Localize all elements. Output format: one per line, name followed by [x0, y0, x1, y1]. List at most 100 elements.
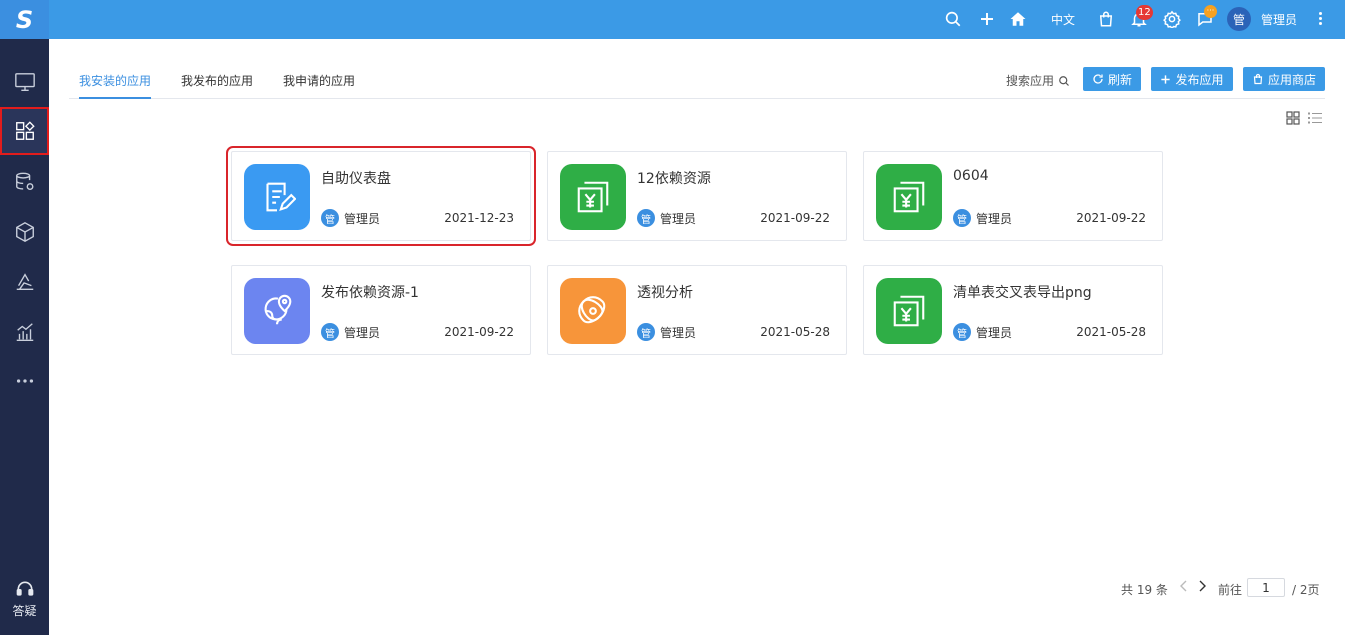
help-label: 答疑 [12, 604, 37, 618]
plus-icon [1161, 74, 1171, 84]
message-badge: ··· [1204, 5, 1217, 18]
search-apps-button[interactable]: 搜索应用 [1006, 72, 1070, 89]
atom-icon [578, 296, 606, 324]
more-dots-icon [16, 379, 33, 383]
owner-avatar: 管 [637, 209, 655, 227]
list-view-toggle[interactable] [1308, 111, 1322, 125]
owner-avatar: 管 [953, 323, 971, 341]
app-owner: 管 管理员 [953, 209, 1012, 227]
next-page-button[interactable] [1197, 579, 1209, 595]
app-title: 清单表交叉表导出png [953, 285, 1092, 301]
app-card[interactable]: 12依赖资源 管 管理员 2021-09-22 [547, 151, 847, 241]
home-button[interactable] [1007, 8, 1029, 30]
avatar[interactable]: 管 [1227, 7, 1251, 31]
grid-view-toggle[interactable] [1286, 111, 1300, 125]
cube-icon [15, 222, 34, 242]
app-date: 2021-05-28 [1076, 325, 1146, 339]
sidebar-item-apps[interactable] [0, 107, 49, 155]
app-title: 自助仪表盘 [321, 171, 391, 187]
app-title: 透视分析 [637, 285, 693, 301]
global-search-button[interactable] [942, 8, 964, 30]
settings-button[interactable] [1161, 8, 1183, 30]
prev-page-button[interactable] [1179, 579, 1191, 595]
more-menu-button[interactable] [1317, 10, 1323, 28]
owner-avatar: 管 [321, 209, 339, 227]
list-view-icon [1308, 112, 1322, 124]
plus-icon [981, 13, 993, 25]
publish-app-button[interactable]: 发布应用 [1151, 67, 1233, 91]
sidebar-item-data[interactable] [0, 158, 49, 206]
help-button[interactable]: 答疑 [0, 573, 49, 625]
tab-published-apps[interactable]: 我发布的应用 [181, 72, 253, 99]
app-icon-container [876, 278, 942, 344]
shopping-bag-icon [1099, 11, 1113, 27]
yen-doc-icon [893, 295, 925, 327]
app-store-button[interactable]: 应用商店 [1243, 67, 1325, 91]
add-button[interactable] [976, 8, 998, 30]
logo-text: S [15, 5, 34, 34]
pagination-total: 共 19 条 [1121, 583, 1168, 597]
chevron-left-icon [1180, 580, 1187, 592]
app-owner: 管 管理员 [637, 209, 696, 227]
refresh-icon [1093, 74, 1103, 84]
refresh-label: 刷新 [1107, 72, 1132, 87]
shopping-bag-button[interactable] [1095, 8, 1117, 30]
page-number-input[interactable] [1247, 578, 1285, 597]
app-icon-container [244, 164, 310, 230]
owner-avatar: 管 [321, 323, 339, 341]
monitor-icon [14, 73, 35, 91]
app-date: 2021-05-28 [760, 325, 830, 339]
headset-icon [16, 581, 33, 596]
app-store-label: 应用商店 [1267, 72, 1316, 87]
app-icon-container [560, 164, 626, 230]
app-date: 2021-12-23 [444, 211, 514, 225]
app-date: 2021-09-22 [1076, 211, 1146, 225]
yen-doc-icon [893, 181, 925, 213]
app-owner: 管 管理员 [953, 323, 1012, 341]
language-switch[interactable]: 中文 [1051, 11, 1075, 28]
notifications-button[interactable]: 12 [1128, 5, 1153, 30]
app-title: 发布依赖资源-1 [321, 285, 419, 301]
owner-name: 管理员 [660, 325, 697, 340]
home-icon [1010, 12, 1026, 26]
gear-icon [1163, 10, 1181, 28]
app-title: 0604 [953, 168, 989, 184]
app-card[interactable]: 0604 管 管理员 2021-09-22 [863, 151, 1163, 241]
owner-name: 管理员 [976, 325, 1013, 340]
tab-installed-apps[interactable]: 我安装的应用 [79, 72, 152, 99]
app-card[interactable]: 自助仪表盘 管 管理员 2021-12-23 [226, 146, 536, 246]
owner-avatar: 管 [953, 209, 971, 227]
sidebar-item-monitor[interactable] [0, 58, 49, 106]
shopping-bag-icon [1253, 73, 1263, 85]
tab-requested-apps[interactable]: 我申请的应用 [283, 72, 355, 99]
app-owner: 管 管理员 [321, 209, 380, 227]
database-gear-icon [15, 172, 33, 191]
sidebar-item-cube[interactable] [0, 208, 49, 256]
bar-chart-icon [16, 323, 33, 341]
sidebar-item-more[interactable] [0, 357, 49, 405]
sidebar-item-layers[interactable] [0, 258, 49, 306]
grid-view-icon [1286, 111, 1300, 125]
sidebar-item-chart[interactable] [0, 308, 49, 356]
dashboard-edit-icon [266, 182, 296, 212]
user-name[interactable]: 管理员 [1261, 11, 1297, 28]
pagination-page-count: / 2页 [1292, 583, 1320, 597]
layers-icon [16, 273, 33, 291]
search-icon [1059, 75, 1069, 86]
notification-count-badge: 12 [1136, 5, 1153, 20]
app-date: 2021-09-22 [760, 211, 830, 225]
app-icon-container [244, 278, 310, 344]
app-card[interactable]: 透视分析 管 管理员 2021-05-28 [547, 265, 847, 355]
app-logo[interactable]: S [0, 0, 49, 39]
yen-doc-icon [577, 181, 609, 213]
publish-app-label: 发布应用 [1175, 72, 1224, 87]
app-icon-container [876, 164, 942, 230]
app-card[interactable]: 清单表交叉表导出png 管 管理员 2021-05-28 [863, 265, 1163, 355]
app-card[interactable]: 发布依赖资源-1 管 管理员 2021-09-22 [231, 265, 531, 355]
messages-button[interactable]: ··· [1194, 5, 1217, 30]
search-icon [945, 11, 961, 27]
app-title: 12依赖资源 [637, 171, 711, 187]
refresh-button[interactable]: 刷新 [1083, 67, 1141, 91]
owner-name: 管理员 [660, 211, 697, 226]
app-owner: 管 管理员 [637, 323, 696, 341]
